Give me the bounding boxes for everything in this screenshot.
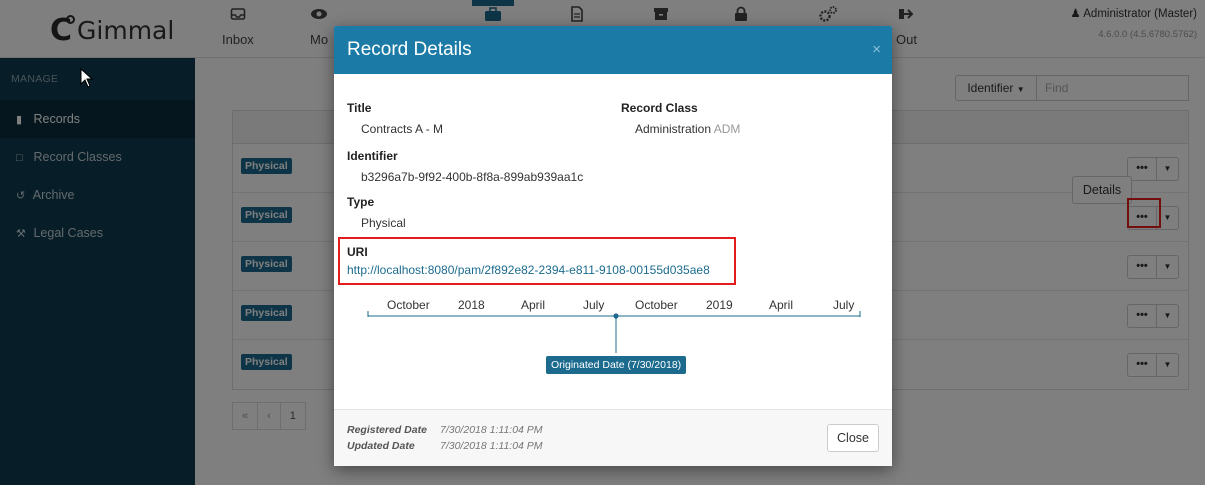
record-details-dialog: Record Details × Title Contracts A - M R…: [334, 26, 892, 466]
record-class-name: Administration: [635, 122, 712, 136]
record-class-value: Administration ADM: [635, 122, 740, 136]
registered-date-label: Registered Date: [347, 424, 427, 436]
originated-date-marker[interactable]: Originated Date (7/30/2018): [546, 356, 687, 374]
updated-date-value: 7/30/2018 1:11:04 PM: [440, 440, 543, 452]
title-label: Title: [347, 101, 372, 115]
dialog-title: Record Details: [347, 39, 472, 60]
mouse-pointer-icon: [80, 68, 94, 88]
uri-highlight-box: [338, 237, 736, 285]
record-class-code: ADM: [713, 122, 741, 136]
type-label: Type: [347, 195, 375, 209]
record-class-label: Record Class: [621, 101, 698, 115]
dialog-header: Record Details ×: [334, 26, 892, 74]
registered-date-value: 7/30/2018 1:11:04 PM: [440, 424, 543, 436]
updated-date-label: Updated Date: [347, 440, 415, 452]
type-value: Physical: [361, 216, 406, 230]
close-icon[interactable]: ×: [872, 26, 881, 74]
uri-link[interactable]: http://localhost:8080/pam/2f892e82-2394-…: [347, 263, 710, 277]
identifier-label: Identifier: [347, 149, 398, 163]
identifier-value: b3296a7b-9f92-400b-8f8a-899ab939aa1c: [361, 170, 584, 184]
dialog-footer: Registered Date 7/30/2018 1:11:04 PM Upd…: [334, 409, 892, 466]
close-button[interactable]: Close: [827, 424, 879, 452]
title-value: Contracts A - M: [361, 122, 444, 136]
uri-label: URI: [347, 245, 368, 259]
